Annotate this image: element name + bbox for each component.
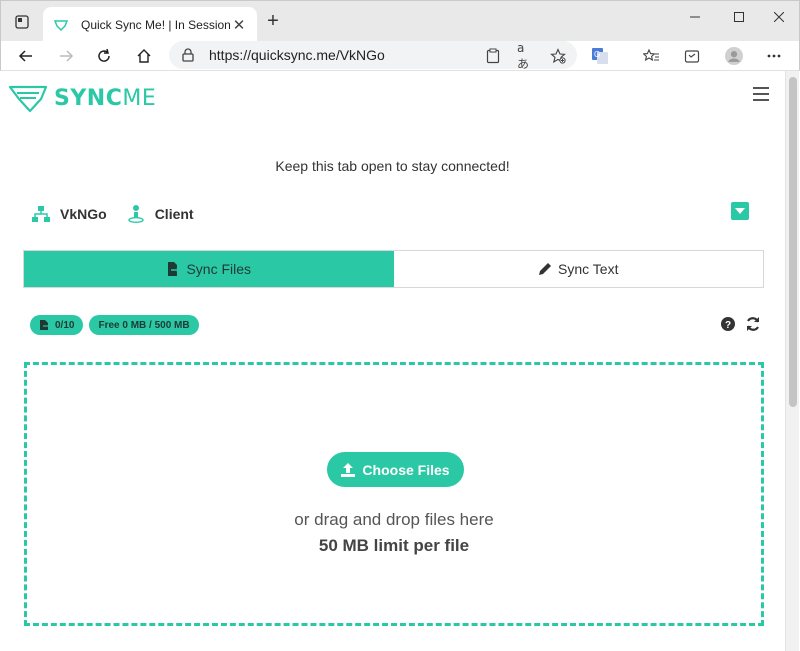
role-label: Client xyxy=(154,206,194,222)
tab-sync-text-label: Sync Text xyxy=(558,261,619,277)
lock-icon[interactable] xyxy=(181,48,195,62)
url-text: https://quicksync.me/VkNGo xyxy=(209,47,385,63)
syncme-logo-icon xyxy=(8,85,48,113)
browser-toolbar: https://quicksync.me/VkNGo aあ G xyxy=(0,41,800,71)
collections-icon[interactable] xyxy=(683,47,701,65)
upload-icon xyxy=(341,462,356,477)
menu-hamburger-icon[interactable] xyxy=(753,87,769,101)
syncme-favicon-icon xyxy=(53,19,69,31)
svg-text:G: G xyxy=(594,50,600,59)
favorites-icon[interactable] xyxy=(642,47,660,65)
storage-text: Free 0 MB / 500 MB xyxy=(98,319,190,331)
choose-files-button[interactable]: Choose Files xyxy=(327,452,464,487)
files-count-text: 0/10 xyxy=(55,319,75,331)
role-item: Client xyxy=(127,205,194,223)
page-scrollbar[interactable] xyxy=(785,71,799,651)
browser-titlebar: Quick Sync Me! | In Session ✕ + xyxy=(0,0,800,42)
tab-sync-text[interactable]: Sync Text xyxy=(394,251,764,287)
home-icon[interactable] xyxy=(133,45,155,67)
refresh-page-icon[interactable] xyxy=(93,45,115,67)
file-size-limit: 50 MB limit per file xyxy=(318,536,470,555)
usage-badges: 0/10 Free 0 MB / 500 MB xyxy=(30,315,205,335)
translate-extension-icon[interactable]: G xyxy=(591,47,609,65)
session-dropdown-toggle[interactable] xyxy=(731,202,749,220)
more-options-icon[interactable] xyxy=(765,47,783,65)
pencil-icon xyxy=(538,262,552,276)
close-tab-icon[interactable]: ✕ xyxy=(231,16,247,34)
read-aloud-icon[interactable]: aあ xyxy=(517,41,535,71)
url-path: /VkNGo xyxy=(335,47,385,63)
logo-text: SYNCME xyxy=(54,85,157,111)
profile-avatar-icon[interactable] xyxy=(725,47,743,65)
new-tab-button[interactable]: + xyxy=(263,11,283,31)
browser-tab[interactable]: Quick Sync Me! | In Session ✕ xyxy=(43,7,257,42)
session-id-label: VkNGo xyxy=(60,206,107,222)
file-icon xyxy=(39,320,49,330)
scrollbar-thumb[interactable] xyxy=(789,77,797,407)
session-id-item: VkNGo xyxy=(32,205,107,223)
mode-tabs: Sync Files Sync Text xyxy=(23,250,764,288)
svg-text:?: ? xyxy=(725,320,731,331)
stay-connected-notice: Keep this tab open to stay connected! xyxy=(275,158,510,174)
syncme-logo[interactable]: SYNCME xyxy=(8,83,156,113)
storage-badge: Free 0 MB / 500 MB xyxy=(89,315,199,335)
caret-down-icon xyxy=(735,208,745,214)
session-info: VkNGo Client xyxy=(32,203,214,225)
tab-actions-icon[interactable] xyxy=(13,13,31,31)
url-host: https://quicksync.me xyxy=(209,47,336,63)
choose-files-label: Choose Files xyxy=(362,461,450,478)
file-export-icon xyxy=(166,262,180,276)
page-content: SYNCME Keep this tab open to stay connec… xyxy=(1,71,784,651)
tab-title: Quick Sync Me! | In Session xyxy=(81,17,231,32)
minimize-button[interactable] xyxy=(675,7,715,27)
address-bar[interactable]: https://quicksync.me/VkNGo xyxy=(169,41,577,69)
files-count-badge: 0/10 xyxy=(30,315,84,335)
file-dropzone[interactable]: Choose Files or drag and drop files here… xyxy=(24,362,764,626)
tab-sync-files[interactable]: Sync Files xyxy=(24,251,394,287)
add-favorite-icon[interactable] xyxy=(549,47,567,65)
network-icon xyxy=(32,205,50,223)
forward-arrow-icon[interactable] xyxy=(55,45,77,67)
back-arrow-icon[interactable] xyxy=(15,45,37,67)
drag-drop-hint: or drag and drop files here xyxy=(294,510,494,529)
tab-sync-files-label: Sync Files xyxy=(186,261,252,277)
help-icon[interactable]: ? xyxy=(721,317,735,331)
sync-refresh-icon[interactable] xyxy=(745,316,761,332)
close-window-button[interactable] xyxy=(759,7,799,27)
maximize-button[interactable] xyxy=(719,7,759,27)
user-pin-icon xyxy=(127,205,145,223)
clipboard-icon[interactable] xyxy=(484,47,502,65)
